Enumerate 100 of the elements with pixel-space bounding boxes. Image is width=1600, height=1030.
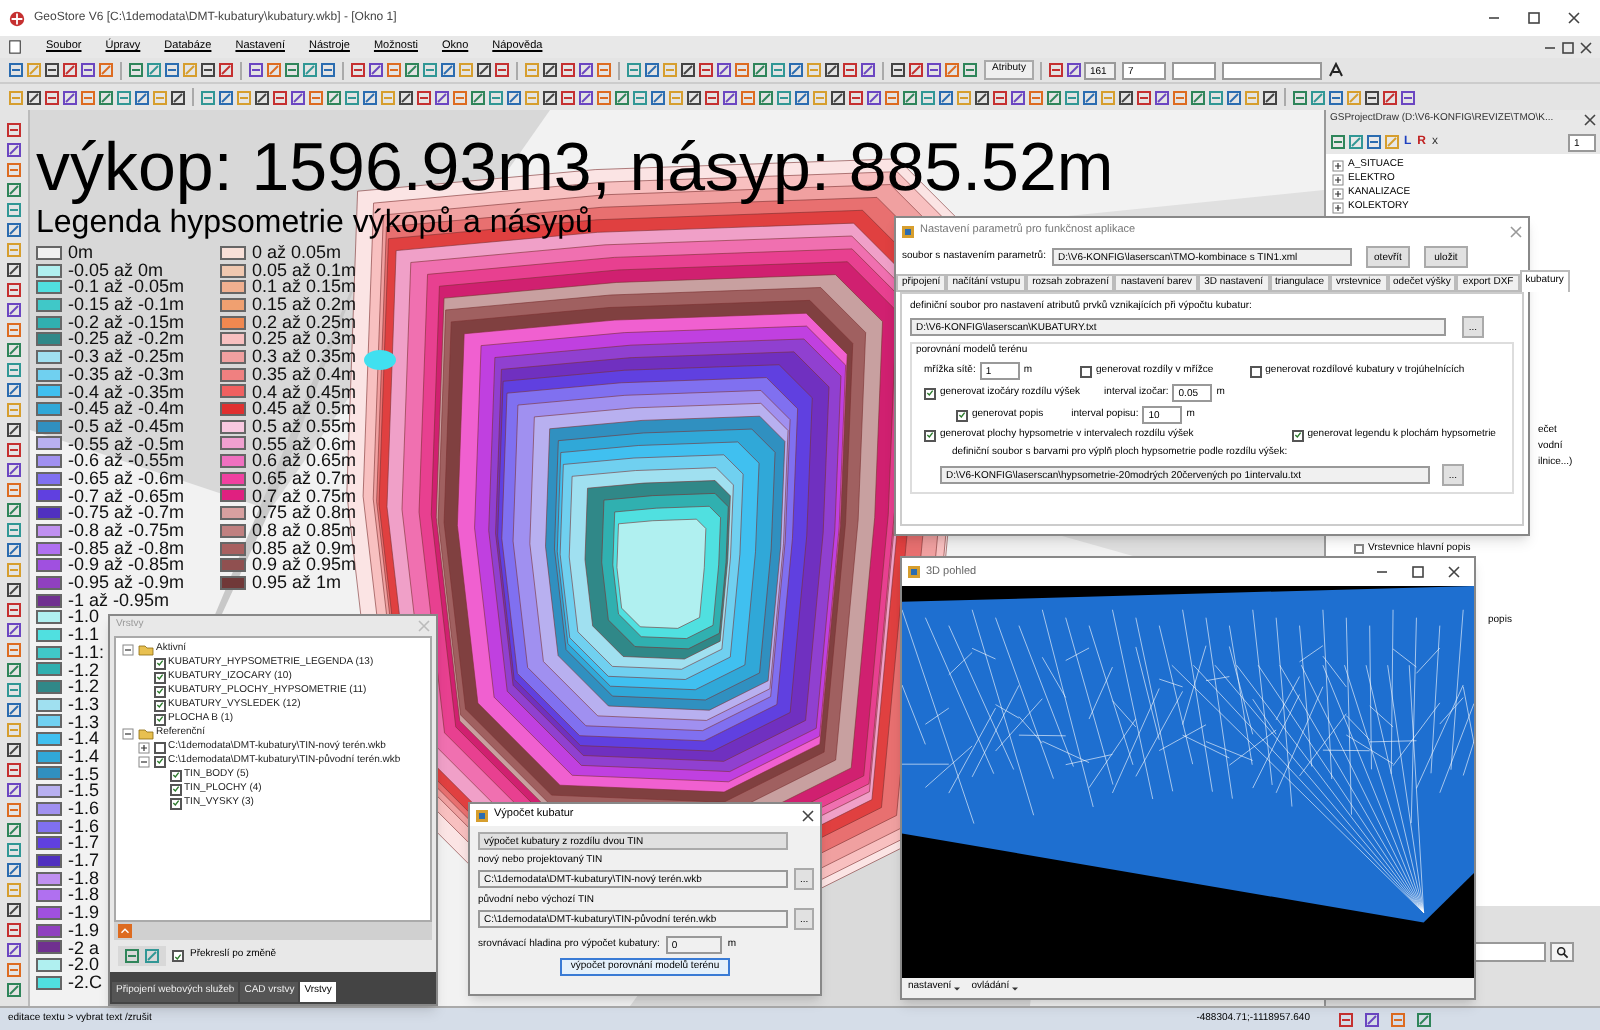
line-style-dropdown[interactable] <box>1171 61 1216 79</box>
tool-icon[interactable] <box>830 89 846 105</box>
tool-icon[interactable] <box>752 62 768 78</box>
tool-icon[interactable] <box>6 122 22 138</box>
checkbox[interactable] <box>1291 429 1304 441</box>
tool-icon[interactable] <box>350 62 366 78</box>
checkbox[interactable] <box>153 699 165 711</box>
tool-icon[interactable] <box>320 62 336 78</box>
tool-icon[interactable] <box>164 62 180 78</box>
expander-icon[interactable] <box>122 643 134 655</box>
tool-icon[interactable] <box>1382 89 1398 105</box>
tool-icon[interactable] <box>6 442 22 458</box>
tool-icon[interactable] <box>6 782 22 798</box>
close-icon[interactable] <box>1580 41 1592 53</box>
tool-icon[interactable] <box>716 62 732 78</box>
tool-icon[interactable] <box>6 622 22 638</box>
tool-icon[interactable] <box>1262 89 1278 105</box>
tool-icon[interactable] <box>44 62 60 78</box>
tool-icon[interactable] <box>218 62 234 78</box>
tool-icon[interactable] <box>6 822 22 838</box>
tool-icon[interactable] <box>824 62 840 78</box>
expander-icon[interactable] <box>138 741 150 753</box>
tool-icon[interactable] <box>128 62 144 78</box>
tool-icon[interactable] <box>6 762 22 778</box>
tool-icon[interactable] <box>284 62 300 78</box>
checkbox[interactable] <box>924 387 936 399</box>
checkbox[interactable] <box>153 741 165 753</box>
checkbox[interactable] <box>924 429 936 441</box>
maximize-icon[interactable] <box>1562 41 1574 53</box>
tool-icon[interactable] <box>440 62 456 78</box>
tool-icon[interactable] <box>578 62 594 78</box>
search-icon[interactable] <box>1550 942 1574 962</box>
tool-icon[interactable] <box>6 422 22 438</box>
tool-icon[interactable] <box>758 89 774 105</box>
tool-icon[interactable] <box>644 62 660 78</box>
tool-icon[interactable] <box>476 62 492 78</box>
checkbox[interactable] <box>169 783 181 795</box>
tool-icon[interactable] <box>1118 89 1134 105</box>
tool-icon[interactable] <box>62 62 78 78</box>
tool-icon[interactable] <box>6 462 22 478</box>
tool-icon[interactable] <box>8 62 24 78</box>
checkbox[interactable] <box>153 685 165 697</box>
checkbox[interactable] <box>153 755 165 767</box>
tool-icon[interactable] <box>200 62 216 78</box>
tool-icon[interactable] <box>1047 62 1064 78</box>
tool-icon[interactable] <box>560 62 576 78</box>
checkbox[interactable] <box>153 713 165 725</box>
tool-icon[interactable] <box>494 62 510 78</box>
tool-icon[interactable] <box>6 742 22 758</box>
tool-icon[interactable] <box>368 62 384 78</box>
tool-icon[interactable] <box>6 302 22 318</box>
minimize-icon[interactable] <box>1544 41 1556 53</box>
tool-icon[interactable] <box>1416 1011 1432 1027</box>
tool-icon[interactable] <box>404 62 420 78</box>
tool-icon[interactable] <box>1190 89 1206 105</box>
tool-icon[interactable] <box>44 89 60 105</box>
tool-icon[interactable] <box>6 662 22 678</box>
tool-icon[interactable] <box>6 902 22 918</box>
tool-icon[interactable] <box>578 89 594 105</box>
tool-icon[interactable] <box>938 89 954 105</box>
tool-icon[interactable] <box>788 62 804 78</box>
close-icon[interactable] <box>1584 114 1596 126</box>
maximize-icon[interactable] <box>1412 566 1424 578</box>
tool-icon[interactable] <box>926 62 942 78</box>
tool-icon[interactable] <box>1328 89 1344 105</box>
tool-icon[interactable] <box>62 89 78 105</box>
expander-icon[interactable] <box>122 727 134 739</box>
tool-icon[interactable] <box>254 89 270 105</box>
tool-icon[interactable] <box>6 502 22 518</box>
minimize-icon[interactable] <box>1488 12 1500 24</box>
checkbox[interactable] <box>153 671 165 683</box>
tool-icon[interactable] <box>6 142 22 158</box>
tool-icon[interactable] <box>1136 89 1152 105</box>
tool-icon[interactable] <box>6 382 22 398</box>
tool-icon[interactable] <box>992 89 1008 105</box>
tool-icon[interactable] <box>560 89 576 105</box>
tool-icon[interactable] <box>6 922 22 938</box>
tool-icon[interactable] <box>362 89 378 105</box>
tool-icon[interactable] <box>974 89 990 105</box>
tool-icon[interactable] <box>1364 1011 1380 1027</box>
tool-icon[interactable] <box>1154 89 1170 105</box>
tool-icon[interactable] <box>248 62 264 78</box>
maximize-icon[interactable] <box>1528 12 1540 24</box>
checkbox[interactable] <box>169 769 181 781</box>
tool-icon[interactable] <box>1292 89 1308 105</box>
tool-icon[interactable] <box>26 89 42 105</box>
tool-icon[interactable] <box>6 342 22 358</box>
tool-icon[interactable] <box>1366 134 1382 150</box>
font-icon[interactable] <box>1327 62 1344 78</box>
tool-icon[interactable] <box>794 89 810 105</box>
tool-icon[interactable] <box>470 89 486 105</box>
tool-icon[interactable] <box>1046 89 1062 105</box>
tool-icon[interactable] <box>542 62 558 78</box>
tool-icon[interactable] <box>434 89 450 105</box>
tool-icon[interactable] <box>6 282 22 298</box>
checkbox[interactable] <box>1249 365 1262 377</box>
tool-icon[interactable] <box>134 89 150 105</box>
document-icon[interactable] <box>8 40 22 54</box>
expander-icon[interactable] <box>1332 159 1344 171</box>
expander-icon[interactable] <box>1332 201 1344 213</box>
